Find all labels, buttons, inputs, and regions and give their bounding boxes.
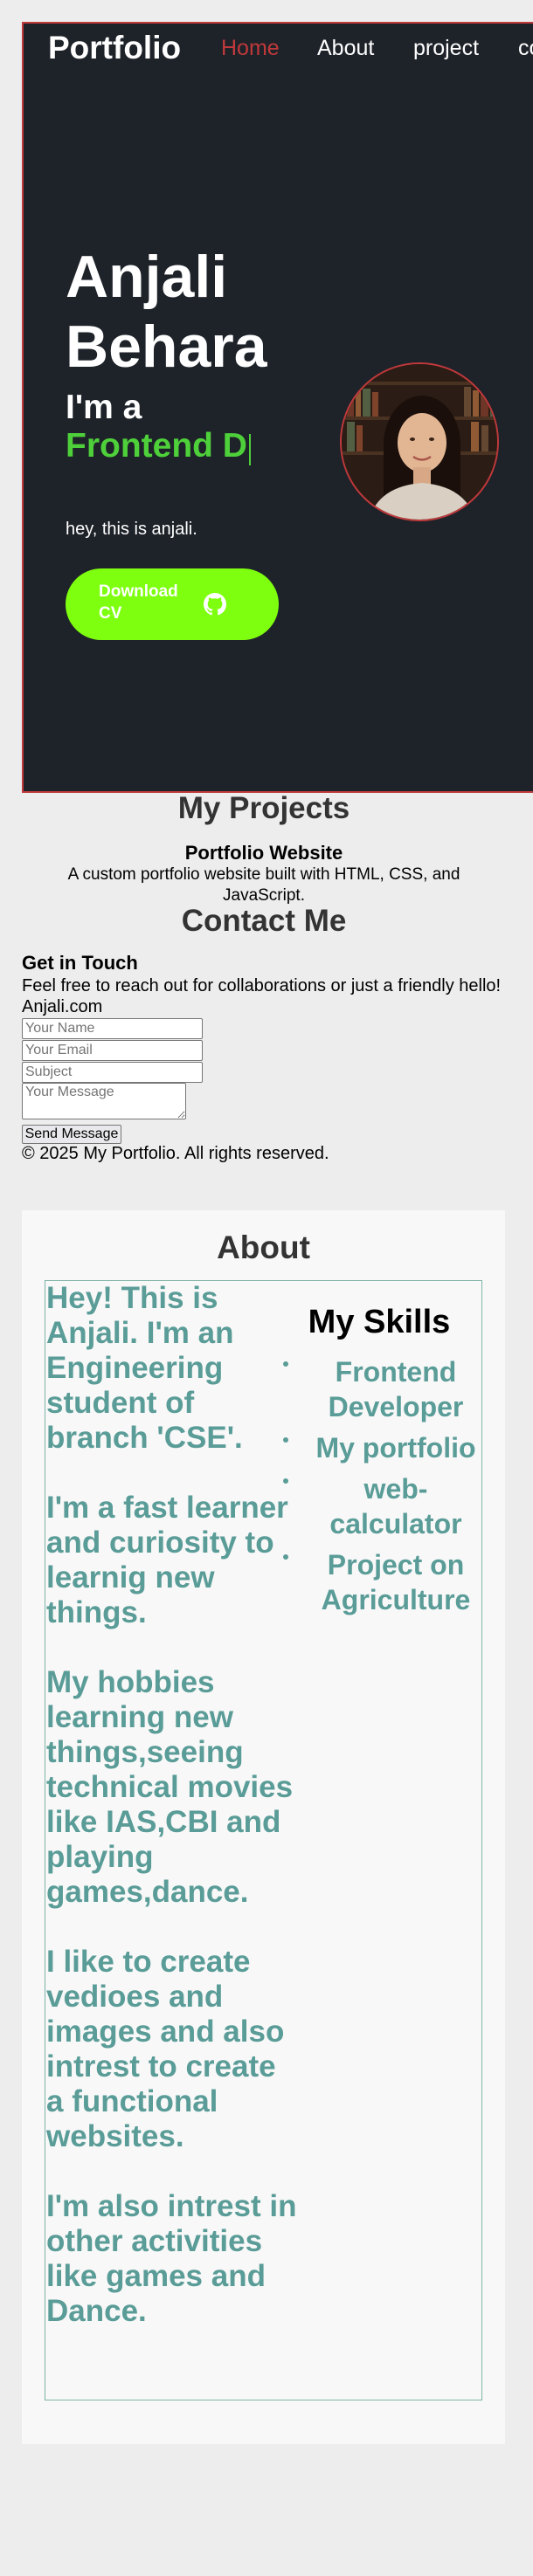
contact-site-name: Anjali.com [22,997,103,1016]
about-section: About Hey! This is Anjali. I'm an Engine… [22,1210,505,2444]
hero-name: Anjali Behara [66,244,267,380]
email-input[interactable] [22,1040,203,1061]
skill-label: My portfolio [315,1432,476,1464]
skill-label: Project on Agriculture [321,1549,471,1615]
download-cv-button[interactable]: Download CV [66,568,279,640]
navbar: Portfolio Home About project contact [24,24,533,93]
nav-link-home[interactable]: Home [221,36,280,61]
typing-caret [249,434,251,465]
bullet-icon [283,1554,288,1560]
skills-title: My Skills [308,1304,451,1340]
skill-item: Frontend Developer [283,1354,482,1424]
projects-title: My Projects [177,791,350,825]
contact-message: Feel free to reach out for collaboration… [22,976,502,995]
github-icon [204,593,226,616]
about-paragraph: My hobbies learning new things,seeing te… [46,1665,294,1909]
name-input[interactable] [22,1018,203,1039]
about-paragraph: I'm a fast learner and curiosity to lear… [46,1491,288,1629]
about-content-box: Hey! This is Anjali. I'm an Engineering … [45,1280,482,2400]
bullet-icon [283,1478,288,1484]
footer-copyright: © 2025 My Portfolio. All rights reserved… [22,1144,329,1163]
site-logo[interactable]: Portfolio [48,30,181,66]
project-description: A custom portfolio website built with HT… [67,865,460,905]
skill-item: web-calculator [283,1471,482,1541]
profile-avatar [340,362,499,521]
nav-link-project[interactable]: project [413,36,479,61]
skill-item: My portfolio [283,1430,482,1465]
contact-heading: Get in Touch [22,952,138,974]
hero-section: Portfolio Home About project contact Anj… [22,22,533,793]
project-title: Portfolio Website [184,842,343,864]
about-paragraph: I'm also intrest in other activities lik… [46,2189,297,2328]
download-cv-label: Download CV [99,582,178,623]
nav-link-contact[interactable]: contact [518,36,533,61]
nav-link-about[interactable]: About [317,36,374,61]
skill-item: Project on Agriculture [283,1547,482,1617]
hero-typed-role: Frontend D [66,427,247,465]
skill-label: web-calculator [329,1473,462,1539]
about-title: About [217,1229,310,1265]
send-message-button[interactable]: Send Message [22,1125,121,1144]
about-paragraph: I like to create vedioes and images and … [46,1945,285,2153]
about-paragraph: Hey! This is Anjali. I'm an Engineering … [46,1281,243,1455]
skills-list: Frontend Developer My portfolio web-calc… [283,1354,482,1623]
hero-subtitle: hey, this is anjali. [66,520,197,539]
skill-label: Frontend Developer [328,1356,464,1422]
hero-iam: I'm a [66,389,142,426]
about-text: Hey! This is Anjali. I'm an Engineering … [46,1281,300,2364]
message-textarea[interactable] [22,1083,186,1119]
bullet-icon [283,1361,288,1367]
bullet-icon [283,1437,288,1443]
subject-input[interactable] [22,1062,203,1083]
contact-title: Contact Me [181,904,347,938]
